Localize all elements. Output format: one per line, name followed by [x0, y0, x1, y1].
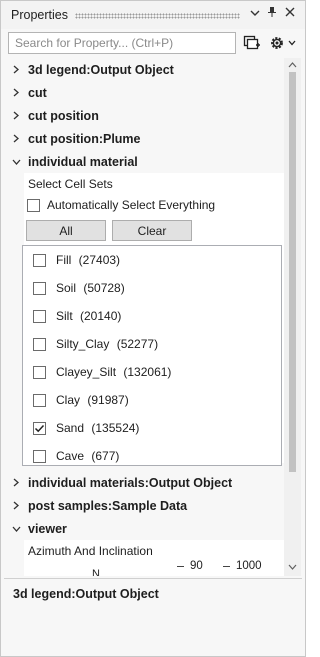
cell-set-checkbox[interactable]	[33, 393, 46, 407]
panel-title: Properties	[11, 8, 68, 22]
cell-set-name: Silt	[56, 309, 73, 323]
azimuth-value[interactable]: 90	[177, 560, 203, 572]
add-window-icon	[243, 35, 260, 50]
cell-set-count: (52277)	[116, 337, 159, 351]
chevron-right-icon[interactable]	[4, 88, 28, 97]
list-item[interactable]: Silt (20140)	[33, 307, 121, 325]
tree-item-label: cut	[28, 85, 47, 100]
clear-button[interactable]: Clear	[112, 220, 192, 241]
tree-item-individual-materials-output[interactable]: individual materials:Output Object	[4, 471, 284, 494]
distance-value[interactable]: 1000	[223, 560, 262, 572]
cell-set-count: (27403)	[78, 253, 121, 267]
cell-set-checkbox[interactable]	[33, 449, 46, 463]
cell-set-count: (20140)	[80, 309, 122, 323]
settings-menu-button[interactable]	[266, 32, 298, 54]
drag-grip[interactable]	[75, 13, 240, 19]
select-cell-sets-label: Select Cell Sets	[28, 177, 113, 191]
tree-item-individual-material[interactable]: individual material	[4, 150, 284, 173]
cell-set-count: (50728)	[83, 281, 125, 295]
description-panel: 3d legend:Output Object	[4, 578, 302, 654]
list-item[interactable]: Fill (27403)	[33, 251, 120, 269]
cell-set-checkbox[interactable]	[33, 337, 46, 351]
tree-item-label: 3d legend:Output Object	[28, 62, 174, 77]
viewer-section: Azimuth And Inclination N 90 1000	[24, 540, 284, 576]
cell-set-checkbox[interactable]	[33, 421, 46, 435]
chevron-down-icon	[288, 40, 296, 46]
all-button[interactable]: All	[26, 220, 106, 241]
azimuth-inclination-label: Azimuth And Inclination	[28, 544, 153, 558]
cell-set-name: Fill	[56, 253, 72, 267]
list-item[interactable]: Cave (677)	[33, 447, 119, 465]
list-item[interactable]: Clayey_Silt (132061)	[33, 363, 171, 381]
tree-item-post-samples[interactable]: post samples:Sample Data	[4, 494, 284, 517]
cell-set-name: Cave	[56, 449, 85, 463]
scroll-up-icon[interactable]	[288, 61, 297, 70]
chevron-right-icon[interactable]	[4, 65, 28, 74]
list-item[interactable]: Soil (50728)	[33, 279, 125, 297]
tree-item-cut-position-plume[interactable]: cut position:Plume	[4, 127, 284, 150]
cell-set-count: (135524)	[91, 421, 140, 435]
add-window-button[interactable]	[241, 32, 263, 54]
tree-item-label: individual material	[28, 154, 138, 169]
cell-set-name: Clay	[56, 393, 81, 407]
cell-set-checkbox[interactable]	[33, 309, 46, 323]
chevron-right-icon[interactable]	[4, 478, 28, 487]
cell-set-name: Soil	[56, 281, 77, 295]
scroll-down-icon[interactable]	[288, 563, 297, 572]
tree-item-label: viewer	[28, 521, 67, 536]
chevron-right-icon[interactable]	[4, 501, 28, 510]
close-icon[interactable]	[282, 6, 298, 22]
cell-set-checkbox[interactable]	[33, 253, 46, 267]
auto-select-option[interactable]: Automatically Select Everything	[27, 198, 215, 212]
property-search-box[interactable]	[8, 32, 236, 54]
list-item[interactable]: Clay (91987)	[33, 391, 129, 409]
distance-value-text: 1000	[236, 560, 262, 572]
tree-item-label: cut position:Plume	[28, 131, 141, 146]
azimuth-value-text: 90	[190, 560, 203, 572]
pin-icon[interactable]	[264, 6, 280, 22]
cell-set-count: (677)	[91, 449, 120, 463]
chevron-right-icon[interactable]	[4, 134, 28, 143]
tree-item-label: cut position	[28, 108, 99, 123]
dropdown-arrow-icon[interactable]	[247, 6, 263, 22]
chevron-down-icon[interactable]	[4, 159, 28, 165]
cell-set-count: (91987)	[87, 393, 129, 407]
checkmark-icon	[34, 424, 45, 432]
chevron-right-icon[interactable]	[4, 111, 28, 120]
tree-item-cut-position[interactable]: cut position	[4, 104, 284, 127]
tree-item-viewer[interactable]: viewer	[4, 517, 284, 540]
property-tree: 3d legend:Output Object cut cut position…	[4, 58, 284, 576]
list-item[interactable]: Silty_Clay (52277)	[33, 335, 158, 353]
tree-item-3d-legend[interactable]: 3d legend:Output Object	[4, 58, 284, 81]
chevron-down-icon[interactable]	[4, 526, 28, 532]
tree-item-label: individual materials:Output Object	[28, 475, 233, 490]
description-title: 3d legend:Output Object	[13, 587, 159, 601]
cell-set-name: Sand	[56, 421, 85, 435]
vertical-scrollbar[interactable]	[284, 58, 301, 576]
list-item[interactable]: Sand (135524)	[33, 419, 139, 437]
cell-set-name: Silty_Clay	[56, 337, 110, 351]
auto-select-label: Automatically Select Everything	[47, 198, 216, 212]
cell-set-count: (132061)	[123, 365, 172, 379]
gear-icon	[271, 37, 283, 49]
compass-n-label: N	[92, 568, 100, 576]
properties-panel: Properties 3d legend:	[0, 0, 306, 657]
property-search-input[interactable]	[9, 33, 235, 53]
cell-sets-list[interactable]: Fill (27403) Soil (50728) Silt (20140) S…	[22, 245, 282, 466]
cell-set-checkbox[interactable]	[33, 365, 46, 379]
tree-item-cut[interactable]: cut	[4, 81, 284, 104]
scrollbar-thumb[interactable]	[289, 72, 296, 472]
auto-select-checkbox[interactable]	[27, 198, 40, 212]
cell-set-checkbox[interactable]	[33, 281, 46, 295]
panel-titlebar[interactable]: Properties	[1, 1, 305, 29]
cell-set-name: Clayey_Silt	[56, 365, 117, 379]
tree-item-label: post samples:Sample Data	[28, 498, 188, 513]
